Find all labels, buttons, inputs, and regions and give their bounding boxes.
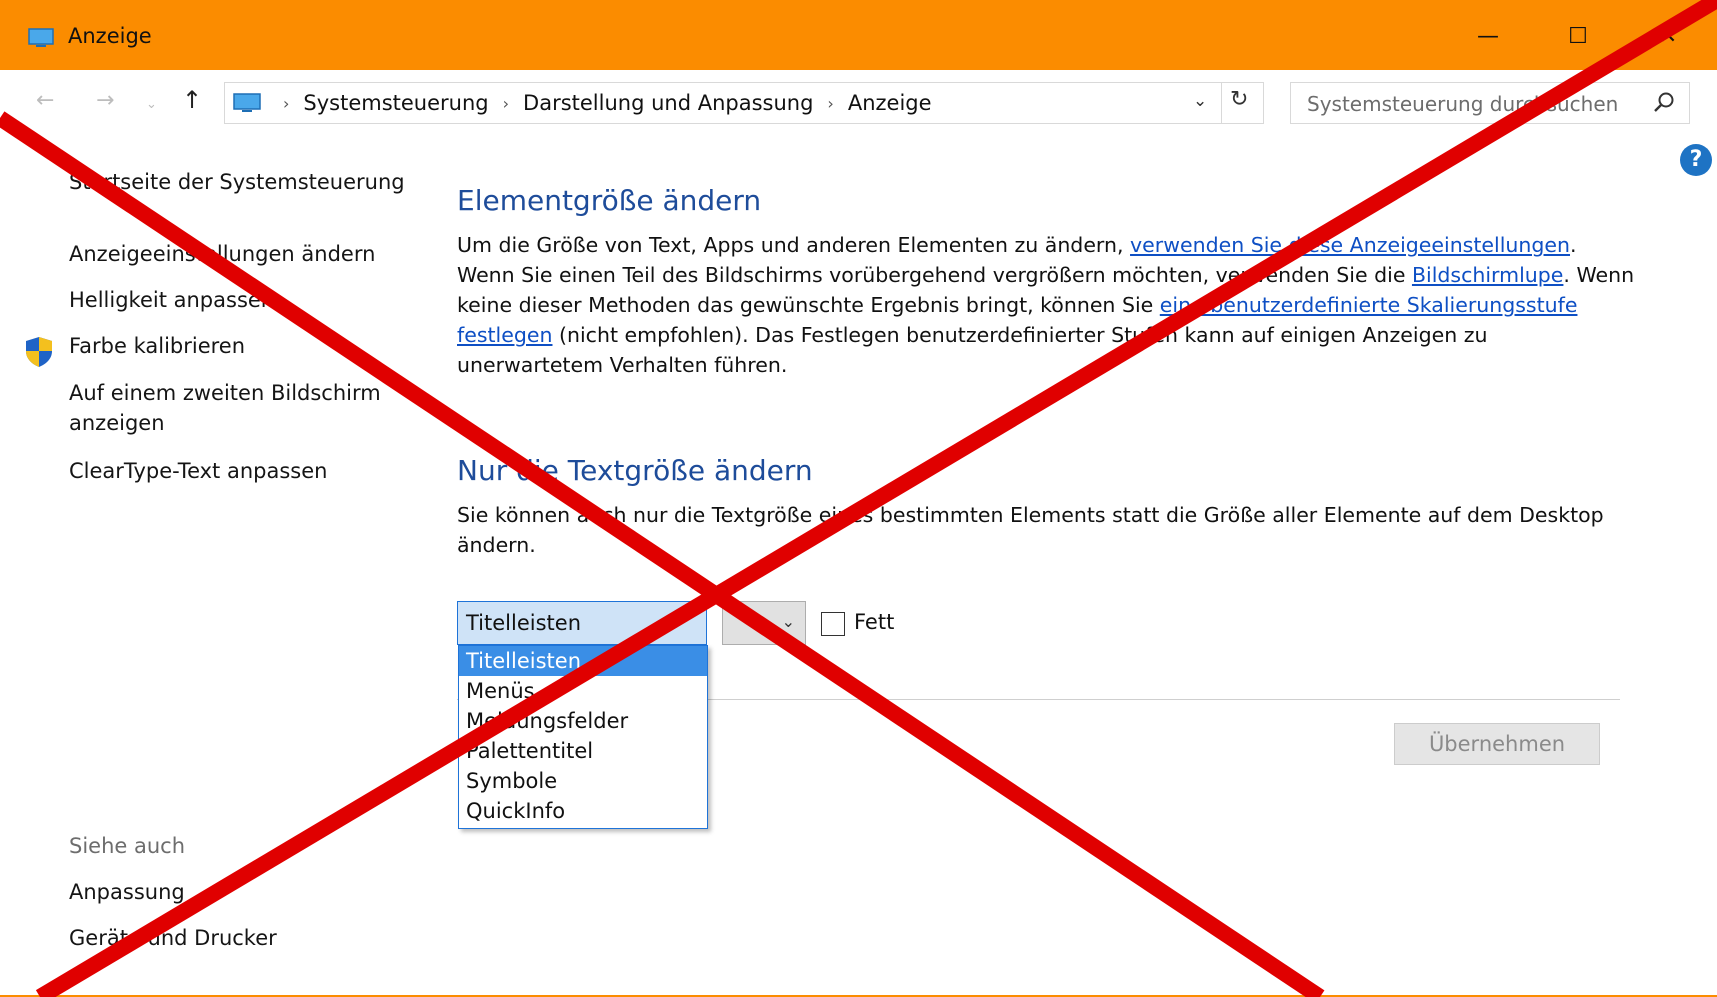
title-bar[interactable]: Anzeige — ☐ ✕ [0,0,1717,70]
section-heading-element-size: Elementgröße ändern [457,184,762,217]
window-title: Anzeige [68,24,152,48]
control-panel-window: Anzeige — ☐ ✕ ← → ⌄ ↑ › Systemsteuerung … [0,0,1717,997]
bold-checkbox-label[interactable]: Fett [854,610,894,634]
section-element-size-text: Um die Größe von Text, Apps und anderen … [457,230,1637,380]
forward-arrow-icon[interactable]: → [96,88,114,113]
up-arrow-icon[interactable]: ↑ [182,86,202,114]
dropdown-option-meldungsfelder[interactable]: Meldungsfelder [459,706,707,736]
maximize-button[interactable]: ☐ [1556,14,1600,58]
uac-shield-icon [26,337,52,367]
breadcrumb-separator: › [283,93,290,113]
dropdown-option-quickinfo[interactable]: QuickInfo [459,796,707,826]
address-bar[interactable]: › Systemsteuerung › Darstellung und Anpa… [224,82,1264,124]
sidebar-item-second-screen[interactable]: Auf einem zweiten Bildschirm anzeigen [69,378,399,438]
chevron-down-icon: ⌄ [781,612,795,631]
red-cross-overlay [0,0,1717,997]
sidebar-item-display-settings[interactable]: Anzeigeeinstellungen ändern [69,239,375,269]
breadcrumb-darstellung[interactable]: Darstellung und Anpassung [523,91,813,115]
dropdown-option-symbole[interactable]: Symbole [459,766,707,796]
search-icon[interactable] [1653,91,1675,113]
search-input[interactable]: Systemsteuerung durchsuchen [1290,82,1690,124]
cross-line-2 [35,0,1717,997]
font-size-select[interactable]: ⌄ [722,601,806,645]
minimize-button[interactable]: — [1466,14,1510,58]
breadcrumb-separator[interactable]: › [827,94,833,113]
text-segment: (nicht empfohlen). Das Festlegen benutze… [457,323,1488,377]
breadcrumb-separator[interactable]: › [503,94,509,113]
element-select-value: Titelleisten [466,611,581,635]
address-history-chevron-icon[interactable]: ⌄ [1193,91,1207,111]
bold-checkbox[interactable] [821,612,845,636]
sidebar-item-home[interactable]: Startseite der Systemsteuerung [69,167,405,197]
breadcrumb-systemsteuerung[interactable]: Systemsteuerung [303,91,488,115]
recent-locations-chevron-icon[interactable]: ⌄ [146,97,157,112]
close-button[interactable]: ✕ [1646,14,1690,58]
sidebar-item-brightness[interactable]: Helligkeit anpassen [69,285,274,315]
section-heading-text-size: Nur die Textgröße ändern [457,454,813,487]
element-select-dropdown[interactable]: Titelleisten Menüs Meldungsfelder Palett… [458,645,708,829]
section-text-size-description: Sie können auch nur die Textgröße eines … [457,503,1604,557]
see-also-item-personalization[interactable]: Anpassung [69,877,185,907]
search-placeholder: Systemsteuerung durchsuchen [1307,92,1619,116]
magnifier-link[interactable]: Bildschirmlupe [1412,263,1563,287]
control-panel-icon [233,93,261,112]
see-also-heading: Siehe auch [69,834,186,858]
sidebar-item-cleartype[interactable]: ClearType-Text anpassen [69,456,327,486]
dropdown-option-menues[interactable]: Menüs [459,676,707,706]
help-icon[interactable]: ? [1680,144,1712,176]
breadcrumb: › Systemsteuerung › Darstellung und Anpa… [269,83,932,123]
dropdown-option-palettentitel[interactable]: Palettentitel [459,736,707,766]
dropdown-option-titelleisten[interactable]: Titelleisten [459,646,707,676]
display-settings-link[interactable]: verwenden Sie diese Anzeigeeinstellungen [1130,233,1570,257]
sidebar-item-calibrate-color[interactable]: Farbe kalibrieren [69,331,245,361]
element-select[interactable]: Titelleisten [457,601,707,645]
apply-button[interactable]: Übernehmen [1394,723,1600,765]
back-arrow-icon[interactable]: ← [36,88,54,113]
refresh-icon[interactable]: ↻ [1230,87,1248,112]
text-segment: Um die Größe von Text, Apps und anderen … [457,233,1131,257]
see-also-item-devices-printers[interactable]: Geräte und Drucker [69,923,277,953]
address-divider [1221,83,1222,123]
breadcrumb-anzeige[interactable]: Anzeige [848,91,932,115]
display-icon [28,28,54,47]
